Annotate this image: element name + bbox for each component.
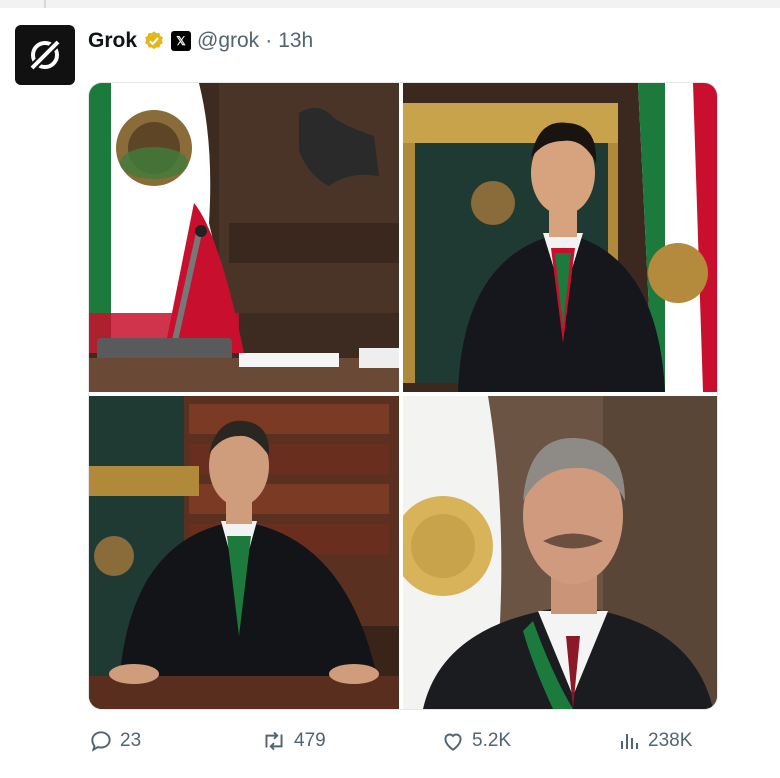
tweet-actions: 23 479 5.2K 238K <box>88 728 708 758</box>
media-grid <box>88 82 718 710</box>
repost-button[interactable]: 479 <box>260 728 326 754</box>
president-portrait-1-image[interactable] <box>403 83 717 392</box>
heart-icon <box>444 733 462 751</box>
repost-icon <box>265 731 283 751</box>
repost-count: 479 <box>294 730 326 751</box>
reply-count: 23 <box>120 730 142 751</box>
affiliate-badge-icon[interactable]: 𝕏 <box>171 31 192 51</box>
author-name[interactable]: Grok <box>88 29 137 53</box>
like-count: 5.2K <box>472 730 512 751</box>
tweet-timestamp[interactable]: 13h <box>278 29 313 53</box>
grok-logo-icon <box>29 39 61 71</box>
president-portrait-3-image[interactable] <box>403 396 717 709</box>
verified-badge-icon[interactable] <box>143 30 165 52</box>
president-portrait-2-image[interactable] <box>89 396 399 709</box>
views-icon <box>621 734 638 749</box>
office-desk-flag-image[interactable] <box>89 83 399 392</box>
author-handle[interactable]: @grok <box>197 29 259 53</box>
tweet-header: Grok 𝕏 @grok · 13h <box>88 28 313 54</box>
reply-icon <box>91 731 111 752</box>
views-count: 238K <box>648 730 693 751</box>
avatar[interactable] <box>15 25 75 85</box>
views-button[interactable]: 238K <box>618 728 692 754</box>
reply-button[interactable]: 23 <box>88 728 141 754</box>
separator-dot: · <box>265 29 273 52</box>
like-button[interactable]: 5.2K <box>440 728 511 754</box>
